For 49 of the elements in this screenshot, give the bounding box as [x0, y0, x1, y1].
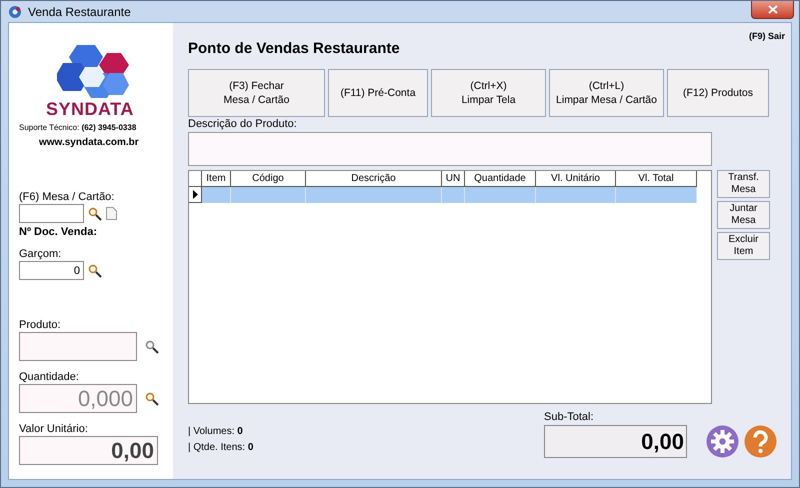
- column-header[interactable]: Quantidade: [465, 171, 536, 187]
- side-button[interactable]: Excluir Item: [717, 232, 770, 260]
- document-icon[interactable]: [106, 207, 117, 220]
- summary-text: | Qtde. Itens: 0: [188, 441, 254, 455]
- close-icon: [768, 5, 778, 14]
- field-label: Descrição do Produto:: [188, 117, 298, 131]
- help-icon[interactable]: [744, 425, 777, 458]
- field-label: Sub-Total:: [544, 410, 595, 424]
- website-text: www.syndata.com.br: [39, 137, 140, 148]
- search-icon[interactable]: [88, 264, 102, 278]
- column-header[interactable]: Vl. Unitário: [536, 171, 616, 187]
- field-label: Garçom:: [19, 247, 62, 261]
- search-icon[interactable]: [88, 206, 102, 220]
- support-text: Suporte Técnico: (62) 3945-0338: [19, 123, 138, 133]
- field-label: Produto:: [19, 318, 62, 332]
- action-button[interactable]: (Ctrl+X) Limpar Tela: [431, 69, 546, 117]
- row-pointer-icon: [192, 190, 198, 199]
- column-header[interactable]: Descrição: [306, 171, 442, 187]
- side-button[interactable]: Juntar Mesa: [717, 201, 770, 229]
- description-field[interactable]: [188, 132, 712, 166]
- subtotal-field[interactable]: 0,00: [544, 425, 687, 458]
- mesa-field[interactable]: [19, 204, 84, 223]
- unit-price-field[interactable]: 0,00: [19, 436, 158, 465]
- column-header[interactable]: UN: [442, 171, 465, 187]
- product-field[interactable]: [19, 332, 137, 361]
- close-button[interactable]: [751, 1, 794, 19]
- document-label: Nº Doc. Venda:: [19, 226, 98, 238]
- action-button[interactable]: (Ctrl+L) Limpar Mesa / Cartão: [549, 69, 664, 117]
- column-header[interactable]: Código: [231, 171, 306, 187]
- app-icon: [8, 4, 22, 18]
- field-label: Valor Unitário:: [19, 422, 89, 436]
- exit-link[interactable]: (F9) Sair: [748, 31, 785, 41]
- field-label: (F6) Mesa / Cartão:: [19, 190, 116, 204]
- settings-icon[interactable]: [706, 425, 739, 458]
- page-title: Ponto de Vendas Restaurante: [188, 40, 400, 57]
- column-header[interactable]: Item: [202, 171, 231, 187]
- column-header[interactable]: Vl. Total: [616, 171, 697, 187]
- search-icon[interactable]: [145, 392, 159, 406]
- action-button[interactable]: (F3) Fechar Mesa / Cartão: [188, 69, 325, 117]
- quantity-field[interactable]: 0,000: [19, 384, 137, 413]
- window-title: Venda Restaurante: [28, 4, 131, 18]
- side-button[interactable]: Transf. Mesa: [717, 170, 770, 198]
- action-button[interactable]: (F12) Produtos: [667, 69, 769, 117]
- waiter-field[interactable]: 0: [19, 261, 84, 280]
- action-button[interactable]: (F11) Pré-Conta: [328, 69, 428, 117]
- brand-name: SYNDATA: [46, 99, 135, 119]
- field-label: Quantidade:: [19, 370, 80, 384]
- search-icon[interactable]: [145, 340, 159, 354]
- summary-text: | Volumes: 0: [188, 425, 244, 439]
